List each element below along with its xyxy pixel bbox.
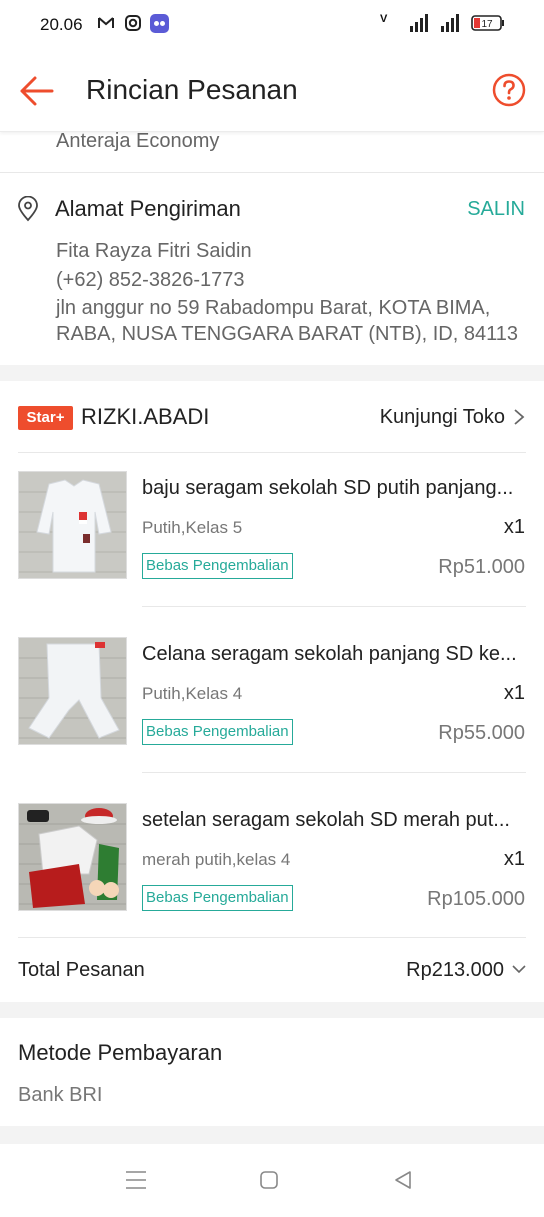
- menu-icon[interactable]: [125, 1170, 147, 1190]
- battery-icon: 17: [471, 15, 504, 31]
- product-thumbnail[interactable]: [18, 471, 127, 579]
- app-notification-icon: [150, 14, 169, 33]
- chevron-right-icon[interactable]: [512, 408, 526, 426]
- divider: [142, 772, 526, 773]
- address-title: Alamat Pengiriman: [55, 196, 241, 221]
- app-header: Rincian Pesanan: [0, 50, 544, 132]
- recipient-name: Fita Rayza Fitri Saidin: [56, 240, 252, 262]
- product-price: Rp51.000: [438, 556, 525, 578]
- payment-method-value: Bank BRI: [18, 1084, 103, 1106]
- status-bar: 20.06 V 17: [0, 0, 544, 50]
- location-pin-icon: [18, 196, 38, 222]
- copy-address-button[interactable]: SALIN: [467, 198, 525, 221]
- product-name[interactable]: baju seragam sekolah SD putih panjang...: [142, 477, 526, 500]
- volte-icon: V: [380, 13, 388, 25]
- divider: [18, 937, 526, 938]
- back-icon[interactable]: [393, 1170, 413, 1190]
- address-line-1: jln anggur no 59 Rabadompu Barat, KOTA B…: [56, 297, 491, 319]
- order-total-value[interactable]: Rp213.000: [406, 959, 504, 982]
- product-variation: merah putih,kelas 4: [142, 850, 291, 869]
- order-total-label: Total Pesanan: [18, 959, 145, 981]
- product-name[interactable]: setelan seragam sekolah SD merah put...: [142, 809, 526, 832]
- payment-method-title: Metode Pembayaran: [18, 1040, 223, 1065]
- product-quantity: x1: [503, 682, 525, 704]
- divider: [18, 452, 526, 453]
- product-quantity: x1: [503, 516, 525, 538]
- divider: [142, 606, 526, 607]
- signal-icon: [441, 14, 459, 32]
- free-return-badge: Bebas Pengembalian: [142, 719, 293, 745]
- instagram-icon: [125, 15, 141, 31]
- system-nav-bar: [0, 1144, 544, 1217]
- product-thumbnail[interactable]: [18, 803, 127, 911]
- shop-name[interactable]: RIZKI.ABADI: [81, 404, 209, 430]
- star-plus-badge: Star+: [18, 406, 73, 430]
- product-name[interactable]: Celana seragam sekolah panjang SD ke...: [142, 643, 526, 666]
- divider: [0, 172, 544, 173]
- shipping-courier: Anteraja Economy: [56, 130, 220, 152]
- visit-shop-button[interactable]: Kunjungi Toko: [380, 406, 505, 429]
- battery-level: 17: [481, 19, 493, 30]
- product-variation: Putih,Kelas 5: [142, 518, 243, 537]
- help-icon[interactable]: [492, 73, 526, 107]
- address-line-2: RABA, NUSA TENGGARA BARAT (NTB), ID, 841…: [56, 323, 518, 345]
- page-title: Rincian Pesanan: [86, 74, 298, 105]
- home-icon[interactable]: [259, 1170, 279, 1190]
- product-price: Rp55.000: [438, 722, 525, 744]
- product-price: Rp105.000: [427, 888, 525, 910]
- payment-section: [0, 1018, 544, 1126]
- status-time: 20.06: [40, 15, 83, 34]
- recipient-phone: (+62) 852-3826-1773: [56, 269, 245, 291]
- chevron-down-icon[interactable]: [511, 962, 527, 976]
- free-return-badge: Bebas Pengembalian: [142, 553, 293, 579]
- signal-4g-icon: [410, 14, 428, 32]
- product-quantity: x1: [503, 848, 525, 870]
- back-arrow-icon[interactable]: [18, 72, 56, 110]
- gmail-icon: [98, 17, 114, 28]
- product-variation: Putih,Kelas 4: [142, 684, 243, 703]
- product-thumbnail[interactable]: [18, 637, 127, 745]
- free-return-badge: Bebas Pengembalian: [142, 885, 293, 911]
